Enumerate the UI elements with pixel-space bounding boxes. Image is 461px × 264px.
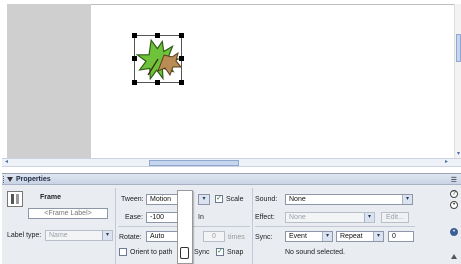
sound-sync-label: Sync: (255, 234, 273, 241)
panel-grip-icon[interactable] (3, 176, 5, 183)
repeat-select[interactable]: Repeat ▾ (336, 231, 384, 242)
rotate-select[interactable]: Auto (146, 231, 180, 242)
sound-value: None (289, 196, 306, 203)
scroll-right-arrow-icon[interactable]: ▸ (442, 159, 451, 166)
accessibility-icon[interactable]: • (450, 228, 458, 236)
effect-select[interactable]: None ▾ (285, 212, 375, 223)
panel-title: Properties (16, 176, 51, 183)
sound-sync-select[interactable]: Event ▾ (285, 231, 333, 242)
pasteboard (7, 4, 91, 158)
repeat-value: Repeat (340, 233, 363, 240)
tween-label: Tween: (121, 196, 144, 203)
ease-input[interactable]: -100 (146, 212, 180, 223)
resize-handle-left[interactable] (132, 56, 137, 61)
frame-heading: Frame (40, 194, 62, 201)
vertical-scrollbar[interactable]: ▾ (454, 4, 461, 158)
snap-label: Snap (227, 249, 244, 256)
resize-handle-bottom[interactable] (155, 80, 160, 85)
orient-to-path-checkbox[interactable]: ✓ (119, 248, 127, 256)
options-menu-icon[interactable]: ☰ (451, 176, 457, 184)
dropdown-popup-overlay (177, 190, 193, 264)
sound-label: Sound: (255, 196, 278, 203)
section-divider (252, 188, 253, 264)
ease-suffix: In (198, 214, 204, 221)
frame-label-input[interactable]: <Frame Label> (28, 208, 108, 219)
resize-handle-bottom-right[interactable] (179, 80, 184, 85)
rotate-times-input[interactable]: 0 (203, 231, 225, 242)
chevron-down-icon: ▾ (322, 232, 332, 241)
effect-label: Effect: (255, 214, 275, 221)
horizontal-scrollbar[interactable]: ◂ ▸ (2, 158, 461, 167)
section-divider (115, 188, 116, 264)
resize-handle-top[interactable] (155, 33, 160, 38)
expand-icon[interactable] (451, 254, 457, 259)
ease-label: Ease: (125, 214, 143, 221)
maple-leaf-symbol[interactable] (132, 33, 184, 85)
sound-status: No sound selected. (285, 249, 345, 256)
edit-sound-button[interactable]: Edit... (381, 212, 409, 223)
vertical-scroll-thumb[interactable] (456, 34, 461, 62)
chevron-down-icon: ▾ (364, 213, 374, 222)
tween-dropdown-button[interactable]: ▾ (198, 194, 210, 205)
orient-to-path-label: Orient to path (130, 249, 173, 256)
triangle-down-icon[interactable] (7, 177, 13, 182)
chevron-down-icon: ▾ (199, 195, 209, 204)
chevron-down-icon: ▾ (402, 195, 412, 204)
properties-panel: Properties ☰ Frame <Frame Label> Label t… (2, 173, 461, 264)
tween-value: Motion (150, 196, 172, 203)
label-type-select[interactable]: Name ▾ (45, 230, 113, 241)
effect-value: None (289, 214, 306, 221)
scroll-left-arrow-icon[interactable]: ◂ (2, 159, 11, 166)
rotate-value: Auto (150, 233, 165, 240)
label-type-value: Name (49, 232, 68, 239)
sound-sync-value: Event (289, 233, 307, 240)
row-divider (255, 226, 415, 227)
rotate-label: Rotate: (119, 234, 142, 241)
scale-checkbox[interactable]: ✓ (215, 195, 223, 203)
panel-header[interactable]: Properties ☰ (2, 174, 461, 185)
chevron-down-icon: ▾ (102, 231, 112, 240)
sync-checkbox-label: Sync (194, 249, 210, 256)
sound-select[interactable]: None ▾ (285, 194, 413, 205)
chevron-down-icon: ▾ (373, 232, 383, 241)
resize-handle-bottom-left[interactable] (132, 80, 137, 85)
resize-handle-top-left[interactable] (132, 33, 137, 38)
pointer-cursor-icon (180, 247, 189, 259)
horizontal-scroll-thumb[interactable] (149, 160, 239, 166)
snap-checkbox[interactable]: ✓ (216, 248, 224, 256)
repeat-count-input[interactable]: 0 (388, 231, 414, 242)
scroll-down-arrow-icon[interactable]: ▾ (455, 150, 461, 158)
stage-area: ▾ ◂ ▸ (0, 0, 461, 173)
times-label: times (228, 234, 245, 241)
selection-frame (134, 35, 182, 83)
tween-select[interactable]: Motion (146, 194, 181, 205)
help-icon[interactable]: ? (450, 190, 458, 198)
label-type-label: Label type: (7, 232, 42, 239)
frame-thumbnail-icon (7, 191, 23, 207)
scale-label: Scale (226, 196, 244, 203)
code-hint-icon[interactable]: • (450, 201, 458, 209)
resize-handle-top-right[interactable] (179, 33, 184, 38)
resize-handle-right[interactable] (179, 56, 184, 61)
